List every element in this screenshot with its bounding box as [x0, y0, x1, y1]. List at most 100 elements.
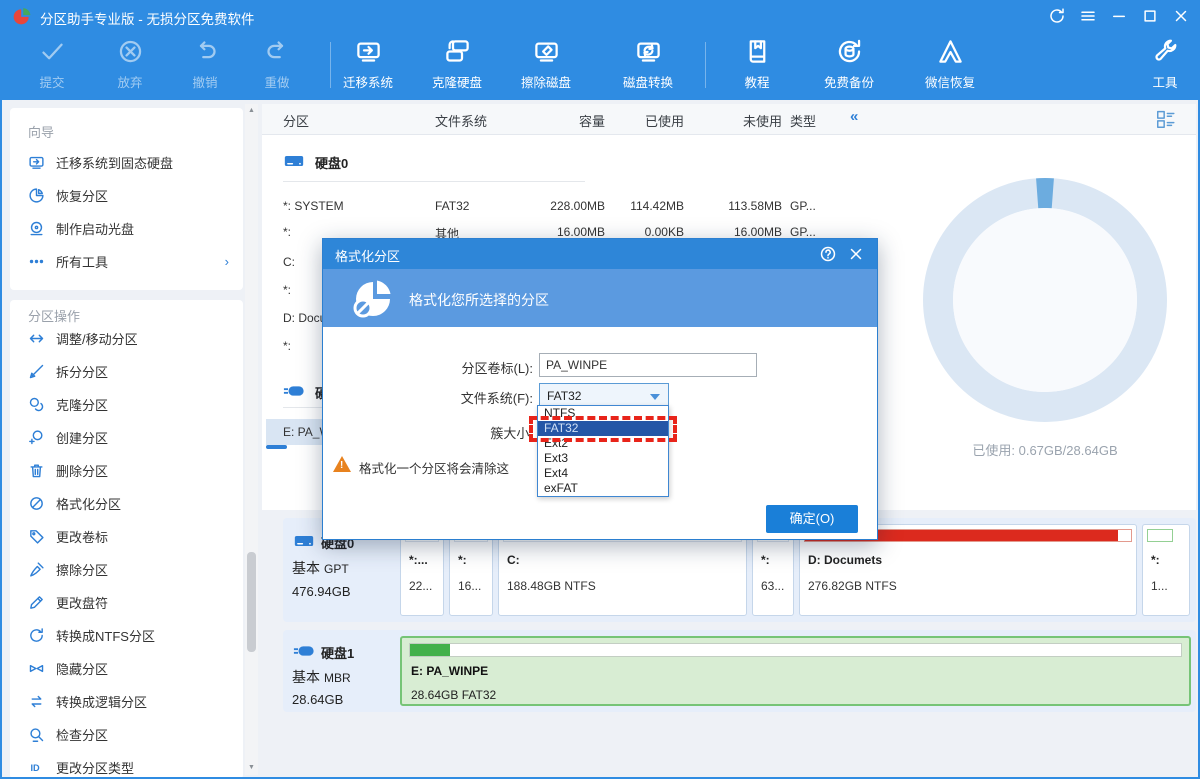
sidebar-item-hide-partition[interactable]: 隐藏分区 — [10, 652, 243, 685]
wipe-disk-icon — [533, 38, 560, 65]
toolbar-tutorial-button[interactable]: 教程 — [715, 38, 799, 91]
format-pie-icon — [351, 276, 395, 320]
sidebar-item-recover-partition[interactable]: 恢复分区 — [10, 179, 243, 212]
make-boot-disc-icon — [28, 220, 45, 237]
filesystem-option-list: NTFSFAT32Ext2Ext3Ext4exFAT — [537, 405, 669, 497]
scroll-up-icon[interactable]: ▲ — [245, 104, 258, 118]
maximize-icon[interactable] — [1141, 7, 1159, 25]
disk-bus: 基本 — [292, 669, 320, 685]
filesystem-option-ntfs[interactable]: NTFS — [538, 406, 668, 421]
sidebar-item-change-letter[interactable]: 更改盘符 — [10, 586, 243, 619]
ok-button[interactable]: 确定(O) — [766, 505, 858, 533]
col-unused: 未使用 — [712, 111, 782, 130]
wechat-recovery-icon — [937, 38, 964, 65]
toolbar-check-button[interactable]: 提交 — [10, 38, 94, 91]
help-icon[interactable] — [819, 245, 837, 263]
partition-block-e[interactable]: E: PA_WINPE 28.64GB FAT32 — [400, 636, 1191, 706]
menu-icon[interactable] — [1079, 7, 1097, 25]
sidebar-item-create[interactable]: 创建分区 — [10, 421, 243, 454]
close-icon[interactable] — [847, 245, 865, 263]
sidebar-item-check-partition[interactable]: 检查分区 — [10, 718, 243, 751]
partition-info: 28.64GB FAT32 — [411, 688, 496, 702]
sidebar-item-label: 更改分区类型 — [56, 758, 134, 777]
filesystem-option-ext4[interactable]: Ext4 — [538, 466, 668, 481]
toolbar-wipe-disk-button[interactable]: 擦除磁盘 — [504, 38, 588, 91]
sidebar-item-clone-partition[interactable]: 克隆分区 — [10, 388, 243, 421]
collapse-columns-icon[interactable]: « — [850, 108, 858, 125]
convert-ntfs-icon — [28, 627, 45, 644]
toolbar-label: 微信恢复 — [908, 72, 992, 91]
split-icon — [28, 363, 45, 380]
partition-title: *:... — [409, 553, 428, 567]
disk-bus: 基本 — [292, 560, 320, 576]
undo-icon — [192, 38, 219, 65]
format-icon — [28, 495, 45, 512]
filesystem-option-ext3[interactable]: Ext3 — [538, 451, 668, 466]
filesystem-dropdown[interactable]: FAT32 — [539, 383, 669, 407]
toolbar-label: 擦除磁盘 — [504, 72, 588, 91]
table-header: 分区 文件系统 容量 已使用 未使用 类型 « — [262, 104, 1196, 135]
sidebar-item-adjust-move[interactable]: 调整/移动分区 — [10, 322, 243, 355]
disk-size: 28.64GB — [292, 692, 343, 707]
partition-block[interactable]: *: 1... — [1142, 524, 1190, 616]
usage-donut-chart — [905, 160, 1185, 440]
dialog-title: 格式化分区 — [335, 246, 400, 265]
toolbar-convert-disk-button[interactable]: 磁盘转换 — [606, 38, 690, 91]
sidebar-item-label: 转换成NTFS分区 — [56, 626, 155, 645]
sidebar-item-label: 恢复分区 — [56, 186, 108, 205]
sidebar-item-format[interactable]: 格式化分区 — [10, 487, 243, 520]
close-icon[interactable] — [1172, 7, 1190, 25]
partition-title: *: — [1151, 553, 1160, 567]
app-logo-icon — [12, 6, 32, 26]
disk-meta: 基本GPT — [292, 558, 349, 578]
sidebar-item-change-label[interactable]: 更改卷标 — [10, 520, 243, 553]
sidebar-scrollbar[interactable]: ▲ ▼ — [245, 104, 258, 775]
toolbar-discard-button[interactable]: 放弃 — [88, 38, 172, 91]
toolbar-redo-button[interactable]: 重做 — [235, 38, 319, 91]
table-row-system[interactable]: *: SYSTEM FAT32 228.00MB 114.42MB 113.58… — [262, 193, 878, 219]
toolbar-tools-button[interactable]: 工具 — [1123, 38, 1200, 91]
toolbar-backup-button[interactable]: 免费备份 — [807, 38, 891, 91]
partition-title: C: — [507, 553, 520, 567]
refresh-icon[interactable] — [1048, 7, 1066, 25]
sidebar-item-make-boot-disc[interactable]: 制作启动光盘 — [10, 212, 243, 245]
scroll-down-icon[interactable]: ▼ — [245, 761, 258, 775]
partition-info: 1... — [1151, 579, 1168, 593]
scrollbar-thumb[interactable] — [247, 552, 256, 652]
partition-title: *: — [761, 553, 770, 567]
format-partition-dialog: 格式化分区 格式化您所选择的分区 分区卷标(L): 文件系统(F): FAT32… — [322, 238, 878, 540]
sidebar-item-change-type-id[interactable]: ID 更改分区类型 — [10, 751, 243, 779]
dialog-title-bar[interactable]: 格式化分区 — [323, 239, 877, 269]
app-window: 分区助手专业版 - 无损分区免费软件 提交放弃撤销重做迁移系统克隆硬盘擦除磁盘磁… — [0, 0, 1200, 779]
sidebar-wizard-card: 向导迁移系统到固态硬盘恢复分区制作启动光盘所有工具› — [10, 108, 243, 290]
sidebar-item-migrate-ssd[interactable]: 迁移系统到固态硬盘 — [10, 146, 243, 179]
filesystem-option-ext2[interactable]: Ext2 — [538, 436, 668, 451]
sidebar-item-split[interactable]: 拆分分区 — [10, 355, 243, 388]
disk0-group-row[interactable]: 硬盘0 — [262, 146, 882, 176]
sidebar-item-convert-logical[interactable]: 转换成逻辑分区 — [10, 685, 243, 718]
minimize-icon[interactable] — [1110, 7, 1128, 25]
volume-label-label: 分区卷标(L): — [383, 358, 533, 377]
toolbar-wechat-recovery-button[interactable]: 微信恢复 — [908, 38, 992, 91]
view-toggle-icon[interactable] — [1155, 108, 1177, 130]
toolbar-migrate-os-button[interactable]: 迁移系统 — [326, 38, 410, 91]
col-type: 类型 — [790, 111, 816, 130]
adjust-move-icon — [28, 330, 45, 347]
toolbar-label: 重做 — [235, 72, 319, 91]
change-type-id-icon: ID — [28, 759, 45, 776]
sidebar-item-delete[interactable]: 删除分区 — [10, 454, 243, 487]
sidebar-item-wipe-partition[interactable]: 擦除分区 — [10, 553, 243, 586]
volume-label-input[interactable] — [539, 353, 757, 377]
toolbar-label: 放弃 — [88, 72, 172, 91]
top-chrome: 分区助手专业版 - 无损分区免费软件 提交放弃撤销重做迁移系统克隆硬盘擦除磁盘磁… — [0, 0, 1200, 100]
sidebar-item-all-tools[interactable]: 所有工具› — [10, 245, 243, 278]
all-tools-icon — [28, 253, 45, 270]
filesystem-option-exfat[interactable]: exFAT — [538, 481, 668, 496]
toolbar-clone-disk-button[interactable]: 克隆硬盘 — [415, 38, 499, 91]
disk-size: 476.94GB — [292, 584, 351, 599]
section-title: 分区操作 — [10, 300, 243, 322]
disk1-info[interactable]: 硬盘1 基本MBR 28.64GB — [283, 630, 399, 712]
filesystem-option-fat32[interactable]: FAT32 — [538, 421, 668, 436]
sidebar-item-convert-ntfs[interactable]: 转换成NTFS分区 — [10, 619, 243, 652]
clone-partition-icon — [28, 396, 45, 413]
